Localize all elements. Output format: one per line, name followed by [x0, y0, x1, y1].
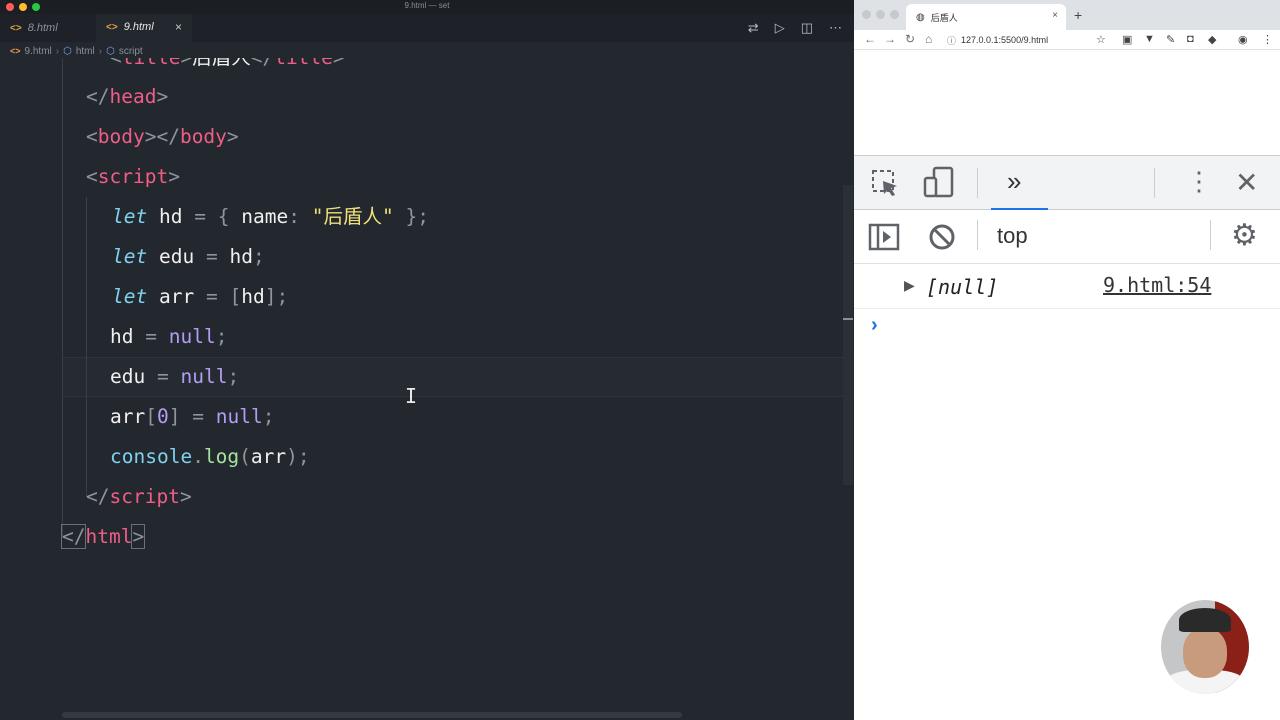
- indent-guide: [62, 58, 63, 538]
- globe-icon: ◍: [916, 11, 925, 23]
- code-line-script-close: </script>: [86, 485, 192, 508]
- new-tab-button[interactable]: +: [1074, 7, 1082, 23]
- device-toolbar-icon[interactable]: [922, 166, 956, 200]
- element-icon: ⬡: [63, 45, 72, 57]
- info-icon[interactable]: ⓘ: [947, 34, 956, 47]
- inspect-element-icon[interactable]: [870, 168, 902, 200]
- compare-changes-icon[interactable]: ⇄: [748, 20, 759, 36]
- expand-triangle-icon[interactable]: ▶: [904, 277, 915, 294]
- horizontal-scrollbar[interactable]: [62, 712, 682, 718]
- code-line-html-close: </html>: [60, 524, 146, 549]
- extension-icon[interactable]: ▣: [1122, 33, 1132, 46]
- tab-8-html[interactable]: <> 8.html: [0, 14, 96, 42]
- code-line-let-hd: let hd = { name: "后盾人" };: [112, 205, 429, 228]
- extension-icon[interactable]: ◘: [1187, 33, 1194, 45]
- browser-tab-strip: ◍ 后盾人 × +: [854, 0, 1280, 30]
- breadcrumb-script[interactable]: script: [119, 46, 143, 57]
- html-file-icon: <>: [10, 46, 21, 56]
- customize-devtools-icon[interactable]: ⋮: [1186, 166, 1212, 197]
- toolbar-divider: [1210, 220, 1211, 250]
- browser-tab-title: 后盾人: [930, 12, 958, 23]
- code-line-let-edu: let edu = hd;: [112, 245, 265, 268]
- tab-label: 9.html: [123, 21, 154, 33]
- scrollbar-cursor-marker: [843, 318, 853, 320]
- code-area[interactable]: <title>后盾人</title> </head> <body></body>…: [0, 58, 854, 710]
- editor-actions: ⇄ ▷ ◫ ⋯: [748, 20, 842, 36]
- code-line-title: <title>后盾人</title>: [110, 58, 345, 78]
- code-line-arr-null: arr[0] = null;: [110, 405, 275, 428]
- console-log-entry: ▶ [null] 9.html:54: [854, 265, 1280, 309]
- code-line-script-open: <script>: [86, 165, 180, 188]
- minimize-window-button[interactable]: [876, 10, 885, 19]
- log-value[interactable]: [null]: [926, 275, 998, 299]
- html-file-icon: <>: [10, 22, 22, 34]
- extension-icon[interactable]: ◆: [1208, 33, 1216, 46]
- title-bar: 9.html — set: [0, 0, 854, 14]
- breadcrumb: <> 9.html › ⬡ html › ⬡ script: [10, 44, 143, 58]
- presenter-webcam: [1161, 600, 1249, 694]
- extension-icon[interactable]: ✎: [1166, 33, 1175, 46]
- tab-9-html[interactable]: <> 9.html ×: [96, 14, 192, 42]
- close-window-button[interactable]: [862, 10, 871, 19]
- code-line-head-close: </head>: [86, 85, 169, 108]
- reload-icon[interactable]: ↻: [905, 32, 915, 46]
- tab-label: 8.html: [27, 22, 58, 34]
- code-line-body: <body></body>: [86, 125, 239, 148]
- profile-icon[interactable]: ◉: [1238, 33, 1248, 46]
- page-viewport: [854, 51, 1280, 155]
- forward-icon[interactable]: →: [884, 32, 896, 46]
- log-source-link[interactable]: 9.html:54: [1103, 273, 1211, 297]
- more-actions-icon[interactable]: ⋯: [829, 20, 842, 36]
- zoom-window-button[interactable]: [890, 10, 899, 19]
- toolbar-divider: [977, 220, 978, 250]
- breadcrumb-html[interactable]: html: [76, 46, 95, 57]
- console-settings-icon[interactable]: ⚙: [1231, 218, 1258, 253]
- extension-icon[interactable]: ▼: [1144, 33, 1155, 45]
- url-text: 127.0.0.1:5500/9.html: [961, 35, 1049, 45]
- code-line-edu-null: edu = null;: [110, 365, 240, 388]
- browser-tab[interactable]: ◍ 后盾人 ×: [906, 4, 1066, 30]
- close-devtools-icon[interactable]: ✕: [1235, 166, 1258, 199]
- breadcrumb-file[interactable]: 9.html: [25, 46, 52, 57]
- close-tab-icon[interactable]: ×: [1052, 10, 1058, 21]
- console-prompt-icon[interactable]: ›: [871, 314, 878, 337]
- code-editor: 9.html — set <> 8.html <> 9.html × ⇄ ▷ ◫…: [0, 0, 854, 720]
- menu-icon[interactable]: ⋮: [1262, 33, 1273, 46]
- chevron-right-icon: ›: [55, 45, 60, 57]
- more-panels-icon[interactable]: »: [1007, 166, 1021, 197]
- code-line-console-log: console.log(arr);: [110, 445, 310, 468]
- editor-tab-bar: <> 8.html <> 9.html ×: [0, 14, 854, 42]
- execution-context-select[interactable]: top: [997, 223, 1028, 249]
- run-icon[interactable]: ▷: [775, 20, 785, 36]
- clear-console-icon[interactable]: [928, 223, 956, 251]
- indent-guide: [86, 197, 87, 497]
- code-line-hd-null: hd = null;: [110, 325, 228, 348]
- window-title: 9.html — set: [404, 1, 450, 10]
- browser-toolbar: ← → ↻ ⌂ ⓘ 127.0.0.1:5500/9.html ☆ ▣ ▼ ✎ …: [854, 30, 1280, 50]
- close-tab-icon[interactable]: ×: [175, 20, 182, 34]
- toolbar-divider: [977, 168, 978, 198]
- split-editor-icon[interactable]: ◫: [801, 20, 813, 36]
- chevron-right-icon: ›: [98, 45, 103, 57]
- devtools-main-toolbar: » ⋮ ✕: [854, 155, 1280, 211]
- html-file-icon: <>: [106, 21, 118, 33]
- code-line-let-arr: let arr = [hd];: [112, 285, 289, 308]
- browser-window: ◍ 后盾人 × + ← → ↻ ⌂ ⓘ 127.0.0.1:5500/9.htm…: [854, 0, 1280, 720]
- back-icon[interactable]: ←: [864, 32, 876, 46]
- home-icon[interactable]: ⌂: [925, 32, 932, 46]
- console-toolbar: top ⚙: [854, 210, 1280, 264]
- toolbar-divider: [1154, 168, 1155, 198]
- text-cursor-icon: I: [405, 384, 418, 408]
- show-sidebar-icon[interactable]: [868, 223, 900, 251]
- vertical-scrollbar[interactable]: [843, 185, 853, 485]
- element-icon: ⬡: [106, 45, 115, 57]
- bookmark-star-icon[interactable]: ☆: [1096, 33, 1106, 46]
